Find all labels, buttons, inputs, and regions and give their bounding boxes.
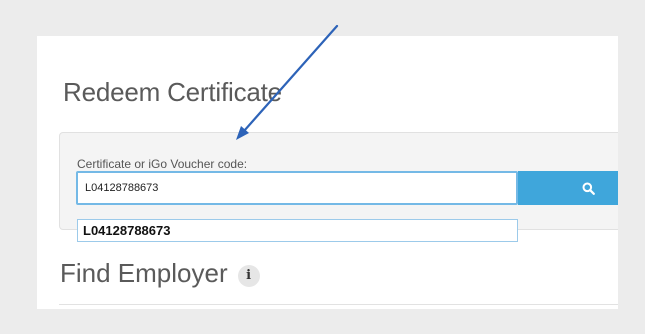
autocomplete-suggestion[interactable]: L04128788673 bbox=[77, 219, 518, 242]
search-button[interactable] bbox=[518, 171, 618, 205]
find-employer-heading: Find Employer i bbox=[60, 258, 260, 289]
voucher-code-input[interactable] bbox=[76, 171, 518, 205]
page-title: Redeem Certificate bbox=[63, 77, 282, 107]
info-icon[interactable]: i bbox=[237, 264, 260, 287]
code-field-label: Certificate or iGo Voucher code: bbox=[77, 157, 248, 171]
search-icon bbox=[582, 182, 595, 195]
section-divider bbox=[59, 304, 618, 305]
redeem-code-panel: Certificate or iGo Voucher code: bbox=[59, 132, 618, 230]
redeem-certificate-card: Redeem Certificate Certificate or iGo Vo… bbox=[37, 36, 618, 309]
find-employer-title: Find Employer bbox=[60, 258, 228, 288]
